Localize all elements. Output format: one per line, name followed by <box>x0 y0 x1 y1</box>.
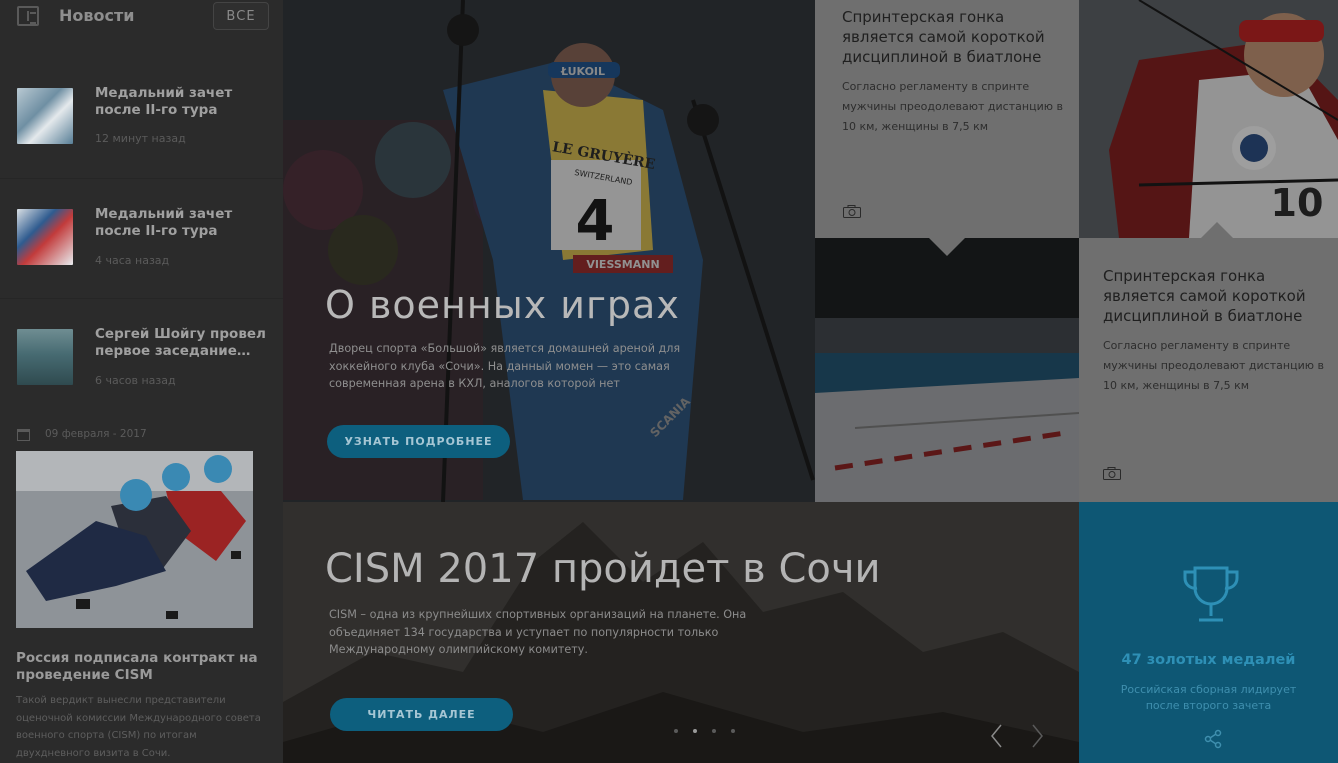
hero-text: Дворец спорта «Большой» является домашне… <box>329 342 681 390</box>
medals-description: Российская сборная лидирует после второг… <box>1120 683 1297 712</box>
news-thumbnail <box>17 209 73 265</box>
card-text: Согласно регламенту в спринте мужчины пр… <box>842 80 1063 133</box>
news-item-title: Медальний зачет после II-го тура <box>95 206 233 239</box>
news-item-title: Медальний зачет после II-го тура <box>95 85 233 118</box>
news-item-time: 4 часа назад <box>95 254 170 267</box>
share-icon[interactable] <box>1203 729 1223 749</box>
learn-more-button[interactable]: УЗНАТЬ ПОДРОБНЕЕ <box>327 425 510 458</box>
speed-skating-illustration <box>16 451 253 628</box>
hero-text: CISM – одна из крупнейших спортивных орг… <box>329 608 747 656</box>
card-text: Согласно регламенту в спринте мужчины пр… <box>1103 339 1324 392</box>
biathlete-photo: 10 <box>1079 0 1338 238</box>
article-card[interactable]: Спринтерская гонка является самой коротк… <box>1079 238 1338 502</box>
news-list-item[interactable]: Медальний зачет после II-го тура 12 мину… <box>0 58 283 178</box>
feature-image[interactable] <box>16 451 253 628</box>
hero-title: CISM 2017 пройдет в Сочи <box>325 546 881 592</box>
feature-text: Такой вердикт вынесли представители оцен… <box>16 695 261 759</box>
medals-count: 47 золотых медалей <box>1121 652 1296 668</box>
hero-slide-cism: CISM 2017 пройдет в Сочи CISM – одна из … <box>283 502 1079 763</box>
news-thumbnail <box>17 88 73 144</box>
slider-dots <box>672 727 737 735</box>
medals-stat-block: 47 золотых медалей Российская сборная ли… <box>1079 502 1338 763</box>
news-item-time: 6 часов назад <box>95 374 176 387</box>
trophy-icon <box>1183 566 1239 622</box>
camera-icon <box>843 205 861 218</box>
news-sidebar: Новости ВСЕ Медальний зачет после II-го … <box>0 0 283 763</box>
slider-dot-active[interactable] <box>691 727 699 735</box>
news-thumbnail <box>17 329 73 385</box>
feature-title[interactable]: Россия подписала контракт на проведение … <box>16 650 266 684</box>
feature-date: 09 февраля - 2017 <box>45 428 147 440</box>
read-more-button[interactable]: ЧИТАТЬ ДАЛЕЕ <box>330 698 513 731</box>
news-list-item[interactable]: Медальний зачет после II-го тура 4 часа … <box>0 178 283 298</box>
hero-title: О военных играх <box>325 283 680 327</box>
next-arrow-icon[interactable] <box>1027 722 1047 750</box>
card-title: Спринтерская гонка является самой коротк… <box>1103 267 1306 325</box>
article-card[interactable]: Спринтерская гонка является самой коротк… <box>815 0 1079 238</box>
biathlete-photo-tile[interactable]: 10 <box>1079 0 1338 238</box>
news-item-time: 12 минут назад <box>95 132 186 145</box>
hero-slide-military-games: 4 LE GRUYÈRE SWITZERLAND ŁUKOIL VIESSMAN… <box>283 0 815 502</box>
stadium-photo-tile[interactable] <box>815 238 1079 502</box>
slider-dot[interactable] <box>729 727 737 735</box>
sidebar-header: Новости ВСЕ <box>0 0 283 40</box>
news-item-title: Сергей Шойгу провел первое заседание… <box>95 326 266 359</box>
calendar-icon <box>17 429 30 441</box>
pointer-notch <box>929 238 965 256</box>
pointer-notch <box>1201 222 1233 238</box>
all-news-button[interactable]: ВСЕ <box>213 2 269 30</box>
newspaper-icon <box>17 6 39 26</box>
card-title: Спринтерская гонка является самой коротк… <box>842 8 1045 66</box>
stadium-photo <box>815 238 1079 502</box>
slider-dot[interactable] <box>672 727 680 735</box>
news-list-item[interactable]: Сергей Шойгу провел первое заседание… 6 … <box>0 298 283 418</box>
prev-arrow-icon[interactable] <box>987 722 1007 750</box>
sidebar-title: Новости <box>59 6 135 25</box>
slider-dot[interactable] <box>710 727 718 735</box>
camera-icon <box>1103 467 1121 480</box>
